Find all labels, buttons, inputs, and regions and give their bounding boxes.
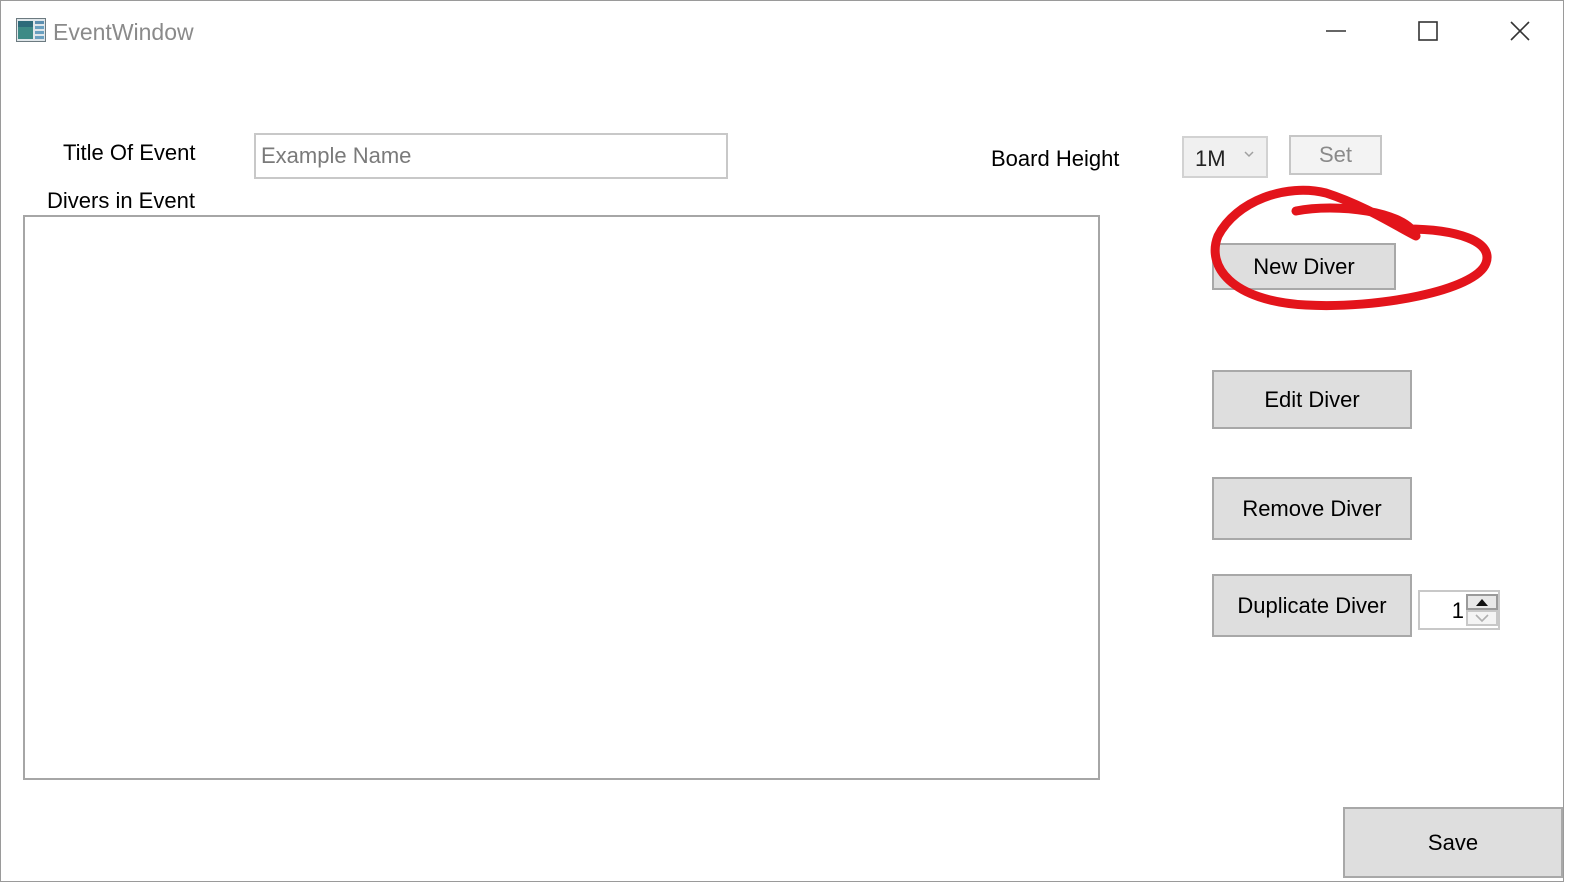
minimize-button[interactable]	[1306, 9, 1366, 53]
app-window-icon	[16, 18, 46, 42]
duplicate-diver-button[interactable]: Duplicate Diver	[1212, 574, 1412, 637]
board-height-value: 1M	[1195, 146, 1226, 171]
event-window: EventWindow Title Of Event Board Height …	[0, 0, 1564, 882]
title-of-event-input[interactable]	[254, 133, 728, 179]
stepper-down-button[interactable]	[1466, 610, 1498, 626]
save-button[interactable]: Save	[1343, 807, 1563, 878]
minimize-icon	[1326, 30, 1346, 32]
maximize-button[interactable]	[1398, 9, 1458, 53]
board-height-select[interactable]: 1M	[1182, 136, 1268, 178]
divers-in-event-label: Divers in Event	[47, 188, 195, 213]
divers-list[interactable]	[23, 215, 1100, 780]
edit-diver-button[interactable]: Edit Diver	[1212, 370, 1412, 429]
duplicate-count-stepper[interactable]: 1	[1418, 590, 1500, 630]
set-button[interactable]: Set	[1289, 135, 1382, 175]
stepper-up-button[interactable]	[1466, 594, 1498, 610]
window-title: EventWindow	[53, 19, 194, 45]
triangle-up-icon	[1476, 599, 1488, 606]
maximize-icon	[1418, 21, 1438, 41]
duplicate-count-value[interactable]: 1	[1428, 596, 1464, 626]
close-icon	[1510, 21, 1530, 41]
remove-diver-button[interactable]: Remove Diver	[1212, 477, 1412, 540]
close-button[interactable]	[1490, 9, 1550, 53]
title-bar[interactable]: EventWindow	[1, 1, 1563, 61]
chevron-down-icon	[1244, 151, 1254, 158]
chevron-down-icon	[1475, 614, 1489, 623]
title-of-event-label: Title Of Event	[63, 140, 196, 165]
new-diver-button[interactable]: New Diver	[1212, 243, 1396, 290]
board-height-label: Board Height	[991, 146, 1120, 171]
